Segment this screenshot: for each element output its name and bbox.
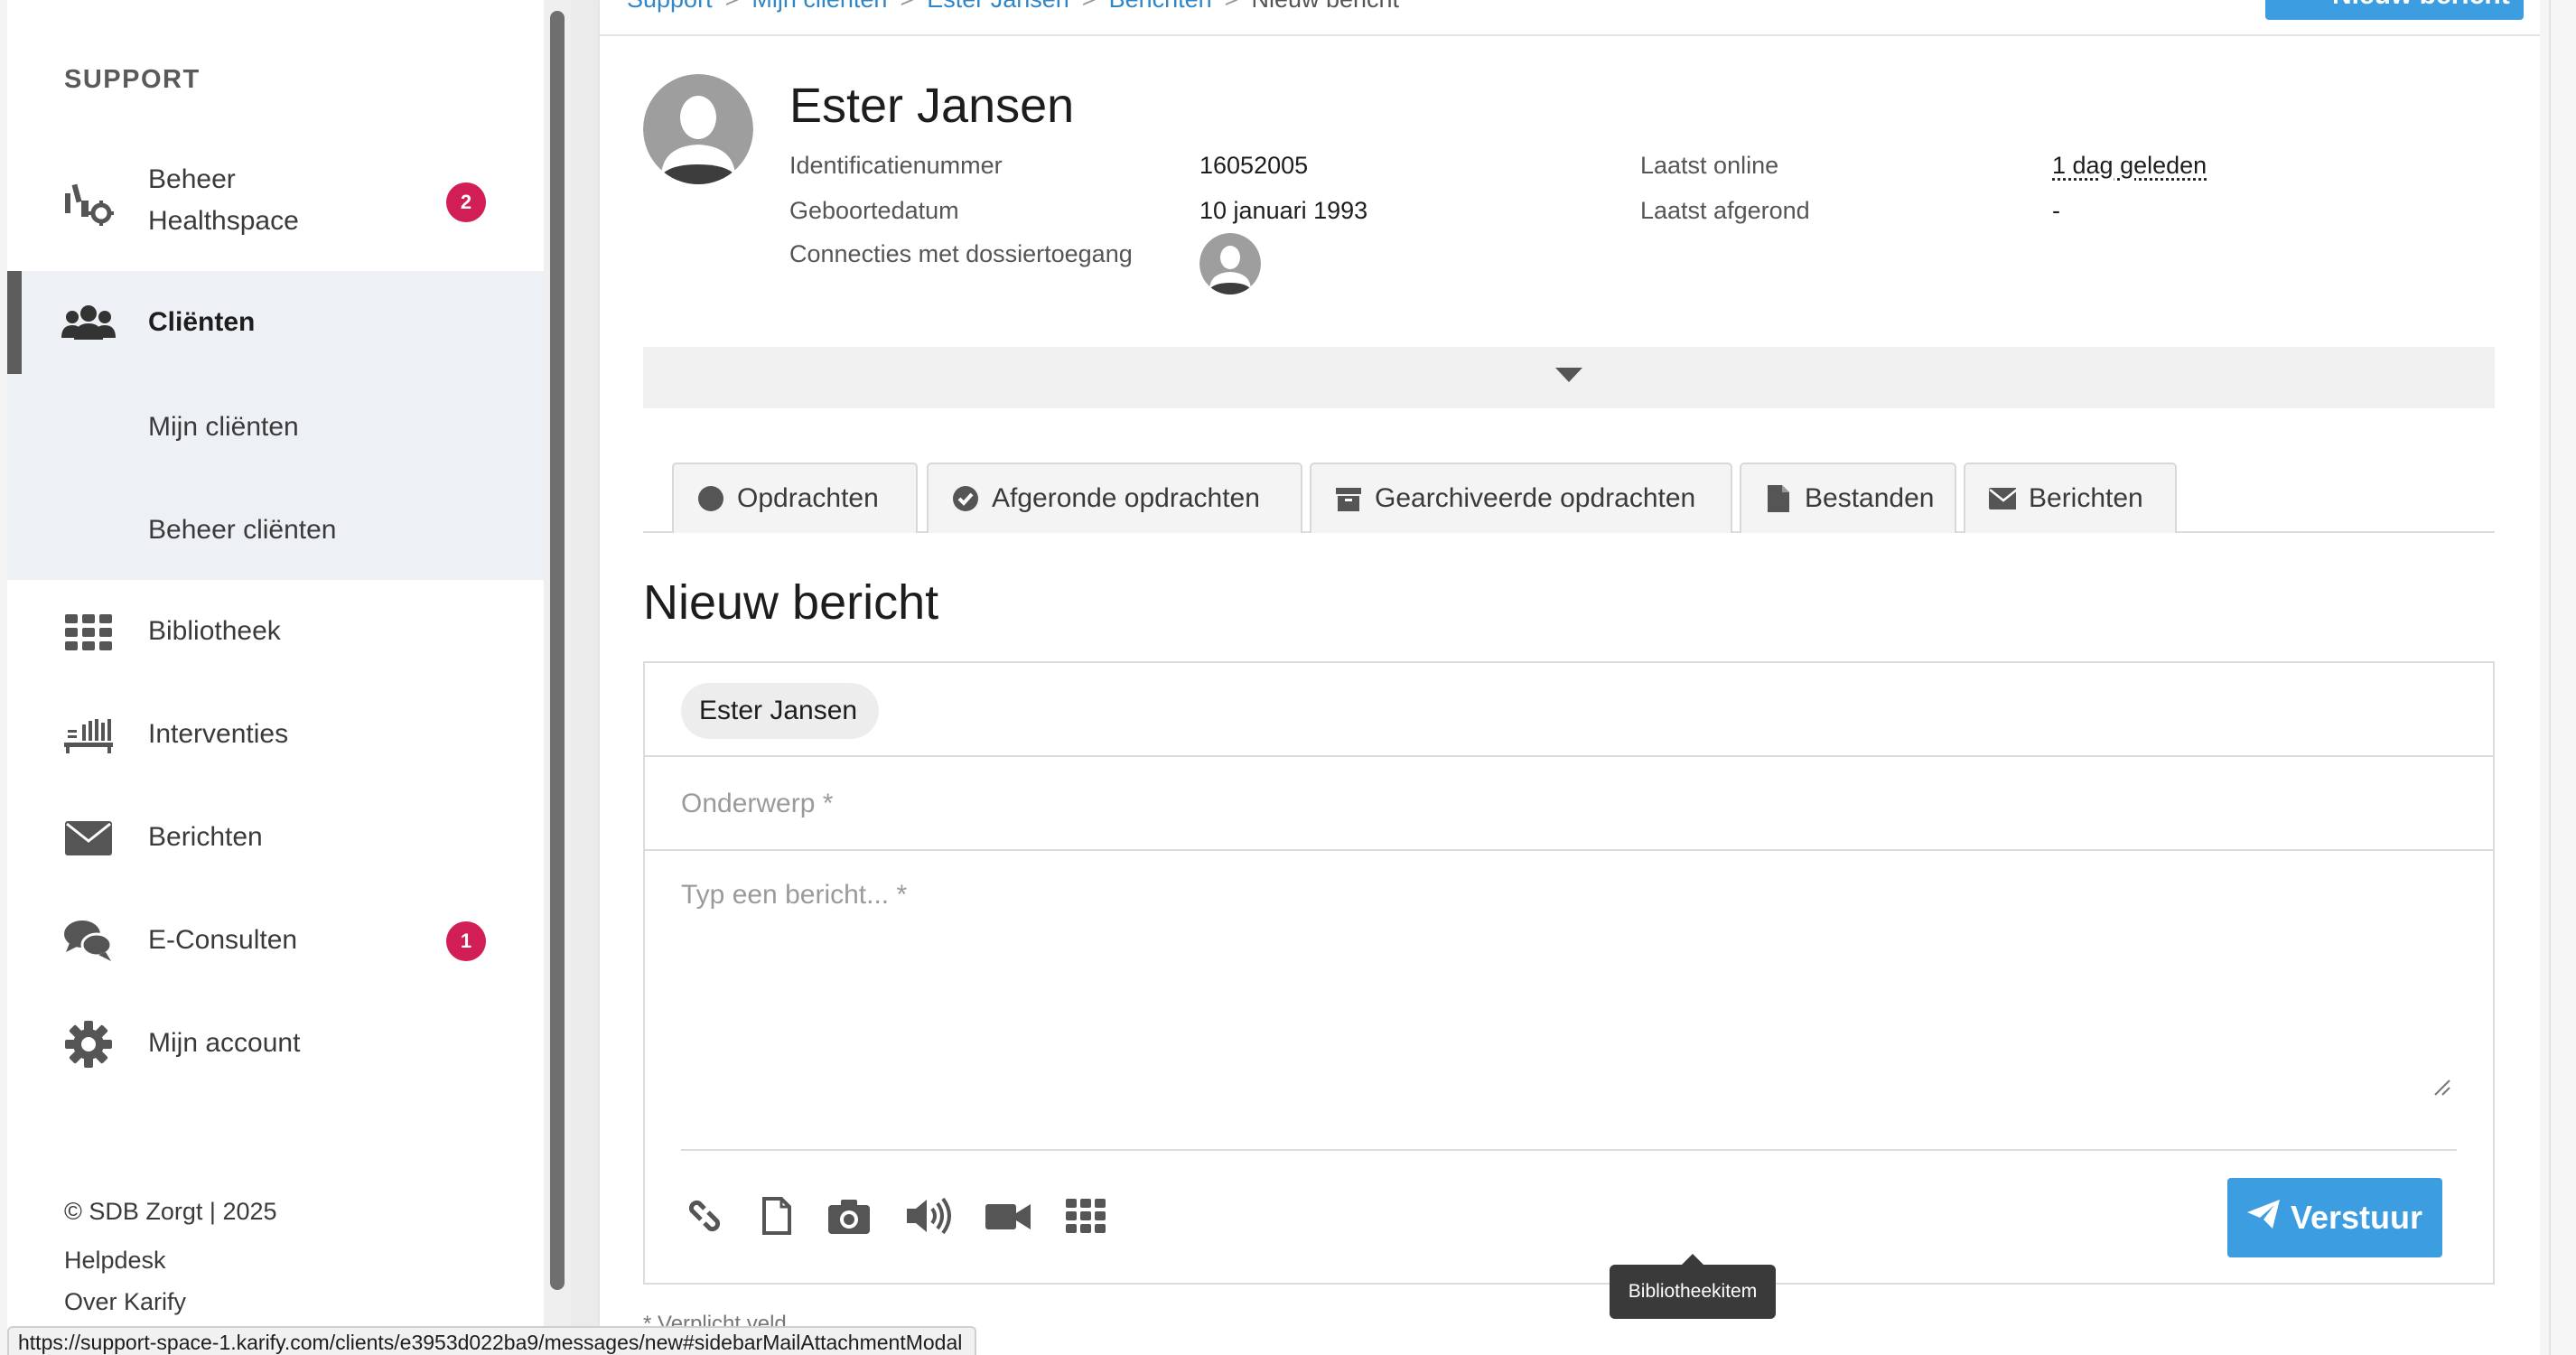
footer-link-helpdesk[interactable]: Helpdesk <box>64 1247 166 1275</box>
sidebar-item-label: Interventies <box>148 719 289 749</box>
sidebar-subitem-mijn-clienten[interactable]: Mijn cliënten <box>148 412 299 443</box>
sidebar: SUPPORT Beheer Healthspace 2 Cliënten Mi… <box>0 0 544 1355</box>
divider <box>600 34 2540 36</box>
camera-icon[interactable] <box>824 1191 874 1241</box>
sidebar-item-clienten[interactable]: Cliënten <box>7 271 544 374</box>
page-title: Nieuw bericht <box>643 575 939 630</box>
space-title: SUPPORT <box>64 65 201 94</box>
expand-details-toggle[interactable] <box>643 347 2495 408</box>
sidebar-item-e-consulten[interactable]: E-Consulten 1 <box>7 909 544 974</box>
tab-label: Afgeronde opdrachten <box>992 483 1260 513</box>
tab-label: Opdrachten <box>737 483 879 513</box>
sidebar-item-label: Bibliotheek <box>148 616 281 646</box>
send-button-label: Verstuur <box>2290 1199 2423 1236</box>
tab-opdrachten[interactable]: Opdrachten <box>672 463 918 533</box>
breadcrumb-current: Nieuw bericht <box>1251 0 1399 13</box>
circle-icon <box>697 485 724 512</box>
notification-badge: 1 <box>446 921 486 961</box>
breadcrumb-separator: > <box>725 0 740 13</box>
sidebar-item-mijn-account[interactable]: Mijn account <box>7 1012 544 1077</box>
chat-bubbles-icon <box>61 914 116 968</box>
breadcrumb-item-client[interactable]: Ester Jansen <box>927 0 1069 13</box>
resize-handle-icon[interactable] <box>2431 1077 2451 1097</box>
sidebar-scrollbar-thumb[interactable] <box>550 11 565 1290</box>
breadcrumb-separator: > <box>1082 0 1097 13</box>
page-edge-line <box>2549 0 2551 1355</box>
breadcrumb-separator: > <box>900 0 914 13</box>
file-icon <box>1765 485 1792 512</box>
sidebar-item-label: Berichten <box>148 822 263 852</box>
notification-badge: 2 <box>446 182 486 222</box>
tab-gearchiveerde-opdrachten[interactable]: Gearchiveerde opdrachten <box>1310 463 1732 533</box>
users-icon <box>61 296 116 350</box>
sidebar-item-berichten[interactable]: Berichten <box>7 806 544 871</box>
connection-avatar[interactable] <box>1199 233 1261 294</box>
grid-icon <box>61 605 116 659</box>
message-body-input[interactable] <box>681 880 2457 1100</box>
sidebar-item-bibliotheek[interactable]: Bibliotheek <box>7 600 544 665</box>
breadcrumb-item-support[interactable]: Support <box>627 0 713 13</box>
sidebar-item-label: E-Consulten <box>148 925 298 955</box>
client-id-value: 16052005 <box>1199 152 1309 179</box>
tab-label: Gearchiveerde opdrachten <box>1375 483 1696 513</box>
last-completed-label: Laatst afgerond <box>1640 197 1810 224</box>
envelope-icon <box>61 811 116 865</box>
recipient-row: Ester Jansen <box>645 663 2493 757</box>
birthdate-label: Geboortedatum <box>789 197 959 224</box>
toolbar-divider <box>681 1149 2457 1151</box>
library-grid-icon[interactable] <box>1060 1191 1111 1241</box>
audio-icon[interactable] <box>903 1191 954 1241</box>
client-id-label: Identificatienummer <box>789 152 1003 179</box>
connections-label: Connecties met dossiertoegang <box>789 240 1133 267</box>
tab-berichten[interactable]: Berichten <box>1964 463 2177 533</box>
last-online-label: Laatst online <box>1640 152 1779 179</box>
healthspace-settings-icon <box>61 175 116 229</box>
sidebar-subitem-beheer-clienten[interactable]: Beheer cliënten <box>148 515 336 546</box>
tab-label: Berichten <box>2029 483 2143 513</box>
sidebar-item-label: Beheer Healthspace <box>148 164 299 236</box>
page-scroll-area <box>2540 0 2576 1355</box>
breadcrumb-item-berichten[interactable]: Berichten <box>1109 0 1212 13</box>
tab-bestanden[interactable]: Bestanden <box>1740 463 1956 533</box>
client-name: Ester Jansen <box>789 79 1075 133</box>
interventions-icon <box>61 708 116 762</box>
footer-copyright: © SDB Zorgt | 2025 <box>64 1198 277 1225</box>
birthdate-value: 10 januari 1993 <box>1199 197 1368 224</box>
sidebar-item-label: Cliënten <box>148 307 256 337</box>
send-button[interactable]: Verstuur <box>2227 1178 2442 1257</box>
paper-plane-icon <box>2246 1199 2280 1237</box>
tab-afgeronde-opdrachten[interactable]: Afgeronde opdrachten <box>927 463 1302 533</box>
main-content: Support > Mijn cliënten > Ester Jansen > Beric… <box>600 0 2540 1355</box>
last-completed-value: - <box>2052 197 2060 224</box>
sidebar-edge <box>0 0 7 1355</box>
client-tabs: Opdrachten Afgeronde opdrachten Gearchiv… <box>643 463 2495 533</box>
tab-label: Bestanden <box>1805 483 1935 513</box>
status-bar-url: https://support-space-1.karify.com/clien… <box>7 1326 977 1355</box>
archive-icon <box>1335 485 1362 512</box>
breadcrumb-separator: > <box>1225 0 1239 13</box>
client-avatar <box>643 74 753 184</box>
subject-row <box>645 757 2493 851</box>
new-message-button-label: Nieuw bericht <box>2332 0 2510 10</box>
tooltip-library-item: Bibliotheekitem <box>1610 1254 1776 1319</box>
check-circle-icon <box>952 485 979 512</box>
envelope-icon <box>1989 485 2016 512</box>
breadcrumb-item-mijn-clienten[interactable]: Mijn cliënten <box>751 0 887 13</box>
video-icon[interactable] <box>983 1191 1033 1241</box>
last-online-value: 1 dag geleden <box>2052 152 2207 179</box>
subject-input[interactable] <box>681 784 2397 824</box>
sidebar-item-beheer-healthspace[interactable]: Beheer Healthspace 2 <box>7 157 544 248</box>
recipient-chip[interactable]: Ester Jansen <box>681 683 880 739</box>
gear-icon <box>61 1017 116 1071</box>
new-message-button[interactable]: Nieuw bericht <box>2265 0 2524 20</box>
sidebar-item-label: Mijn account <box>148 1028 301 1058</box>
sidebar-item-interventies[interactable]: Interventies <box>7 703 544 768</box>
breadcrumb: Support > Mijn cliënten > Ester Jansen > Beric… <box>627 0 1399 14</box>
footer-link-over-karify[interactable]: Over Karify <box>64 1288 186 1316</box>
compose-form: Ester Jansen Onderwerp * Typ een bericht… <box>643 661 2495 1285</box>
caret-down-icon <box>1555 367 1582 388</box>
file-icon[interactable] <box>751 1191 802 1241</box>
link-icon[interactable] <box>679 1191 730 1241</box>
